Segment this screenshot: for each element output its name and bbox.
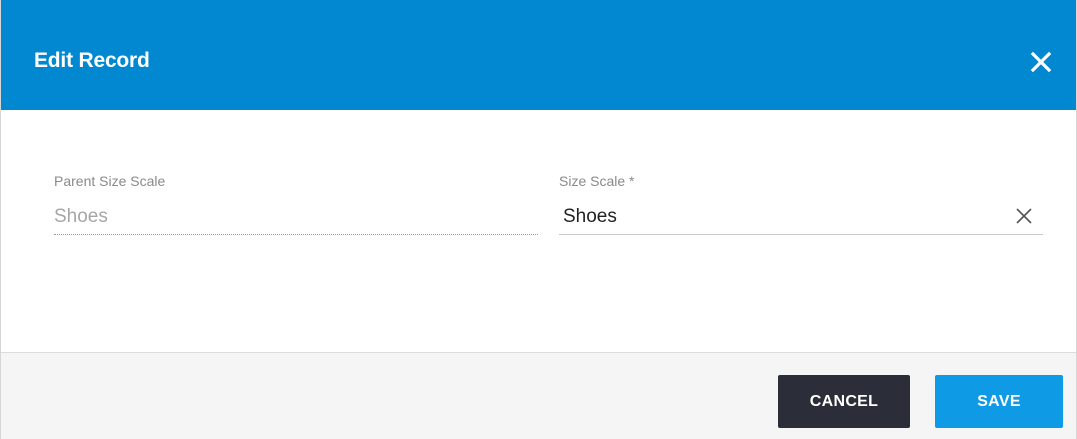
parent-size-scale-field: Parent Size Scale Shoes: [54, 173, 538, 235]
dialog-body: Parent Size Scale Shoes Size Scale *: [1, 110, 1076, 352]
close-icon[interactable]: [1028, 49, 1054, 75]
dialog-title: Edit Record: [34, 49, 150, 72]
save-button[interactable]: SAVE: [935, 375, 1063, 428]
size-scale-field: Size Scale *: [559, 173, 1043, 235]
size-scale-input-row: [559, 206, 1043, 235]
dialog-footer: CANCEL SAVE: [1, 352, 1076, 439]
size-scale-input[interactable]: [559, 206, 983, 228]
size-scale-label: Size Scale *: [559, 173, 635, 189]
edit-record-dialog: Edit Record Parent Size Scale Shoes Size…: [0, 0, 1077, 439]
clear-icon[interactable]: [1015, 207, 1033, 225]
parent-size-scale-value: Shoes: [54, 206, 538, 235]
parent-size-scale-label: Parent Size Scale: [54, 173, 166, 189]
dialog-header: Edit Record: [1, 0, 1076, 110]
cancel-button[interactable]: CANCEL: [778, 375, 910, 428]
